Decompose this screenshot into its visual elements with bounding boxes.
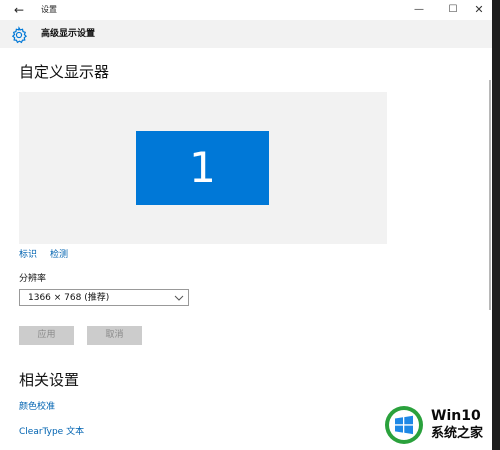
minimize-button[interactable]: — [402,0,436,20]
resolution-selected-value: 1366 × 768 (推荐) [28,293,110,303]
scrollbar-thumb[interactable] [489,80,491,310]
settings-window: ← 设置 — ☐ ✕ 高级显示设置 自定义显示器 1 标识 检测 分辨率 136… [0,0,492,450]
display-preview-area: 1 [19,92,387,244]
window-title: 设置 [41,5,57,14]
cleartype-text-link[interactable]: ClearType 文本 [19,426,84,438]
gear-icon [11,26,28,44]
windows-logo-icon [385,406,423,444]
page-header: 高级显示设置 [0,20,492,48]
background-app-edge-right [492,0,500,450]
cancel-button[interactable]: 取消 [87,326,142,345]
close-button[interactable]: ✕ [462,0,496,20]
back-arrow-icon[interactable]: ← [10,2,28,18]
watermark: Win10 系统之家 [384,402,500,448]
apply-button[interactable]: 应用 [19,326,74,345]
chevron-down-icon [174,295,184,301]
detect-link[interactable]: 检测 [50,249,68,261]
resolution-dropdown[interactable]: 1366 × 768 (推荐) [19,289,189,306]
title-bar: ← 设置 — ☐ ✕ [0,0,492,20]
color-calibration-link[interactable]: 颜色校准 [19,401,55,413]
monitor-1-tile[interactable]: 1 [136,131,269,205]
watermark-site-name: 系统之家 [431,426,484,441]
related-settings-heading: 相关设置 [19,371,80,389]
page-title: 高级显示设置 [41,29,96,39]
custom-display-heading: 自定义显示器 [19,63,110,81]
resolution-label: 分辨率 [19,274,47,284]
identify-link[interactable]: 标识 [19,249,37,261]
watermark-brand: Win10 [431,408,481,424]
